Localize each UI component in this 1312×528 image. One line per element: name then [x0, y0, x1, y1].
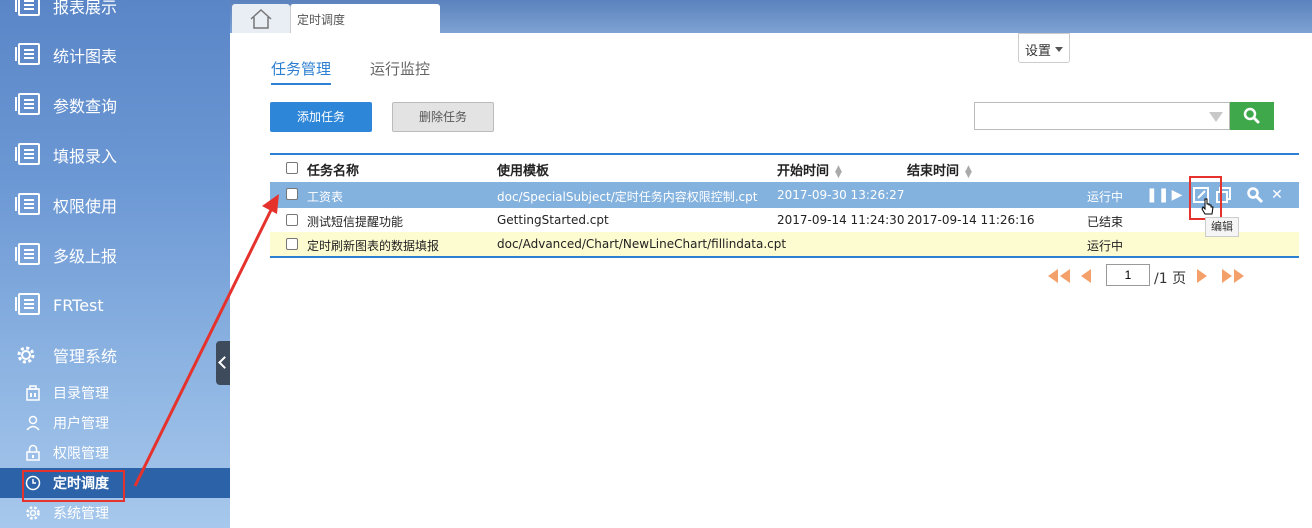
sidebar-item-charts[interactable]: 统计图表	[0, 33, 230, 77]
document-list-icon	[14, 293, 40, 317]
tab-label: 定时调度	[297, 13, 346, 27]
sidebar-subitem-label: 目录管理	[53, 386, 109, 402]
search-icon[interactable]	[1246, 186, 1264, 204]
sidebar-subitem-system[interactable]: 系统管理	[0, 498, 230, 528]
task-start-time: 2017-09-30 13:26:27	[777, 188, 905, 202]
table-bottom-border	[270, 256, 1299, 258]
user-icon	[24, 414, 42, 432]
row-checkbox[interactable]	[286, 214, 298, 226]
page-number-input[interactable]	[1106, 264, 1150, 286]
sidebar: 报表展示 统计图表 参数查询 填报录入 权限使用 多级上报 FRTest 管理系…	[0, 0, 230, 528]
sidebar-item-label: 参数查询	[53, 97, 118, 116]
header-task-name: 任务名称	[307, 164, 360, 179]
sidebar-subitem-label: 系统管理	[53, 506, 109, 522]
last-page-icon[interactable]	[1220, 265, 1246, 287]
document-list-icon	[14, 0, 40, 18]
tab-task-management[interactable]: 任务管理	[271, 58, 332, 85]
header-start-time[interactable]: 开始时间 ▲ ▼	[777, 160, 842, 179]
sidebar-item-param-query[interactable]: 参数查询	[0, 83, 230, 127]
task-status: 运行中	[1087, 239, 1124, 253]
gear-icon	[24, 504, 42, 522]
delete-task-button[interactable]: 删除任务	[392, 102, 494, 132]
sidebar-subitem-users[interactable]: 用户管理	[0, 408, 230, 438]
task-template: doc/SpecialSubject/定时任务内容权限控制.cpt	[497, 190, 758, 204]
home-tab[interactable]	[232, 4, 290, 33]
play-icon[interactable]: ▶	[1168, 186, 1186, 204]
sidebar-item-label: 填报录入	[53, 147, 118, 166]
pointer-cursor-icon	[1201, 198, 1214, 215]
task-name: 定时刷新图表的数据填报	[307, 239, 440, 253]
sidebar-item-label: 统计图表	[53, 47, 118, 66]
next-page-icon[interactable]	[1194, 265, 1210, 287]
add-task-button[interactable]: 添加任务	[270, 102, 372, 132]
document-list-icon	[14, 43, 40, 67]
table-row[interactable]: 定时刷新图表的数据填报 doc/Advanced/Chart/NewLineCh…	[270, 232, 1299, 256]
task-name: 工资表	[307, 190, 344, 204]
task-template: GettingStarted.cpt	[497, 213, 609, 227]
task-start-time: 2017-09-14 11:24:30	[777, 213, 905, 227]
sort-icon: ▲ ▼	[965, 163, 972, 180]
sidebar-item-label: 权限使用	[53, 197, 118, 216]
sidebar-subitem-label: 用户管理	[53, 416, 109, 432]
first-page-icon[interactable]	[1046, 265, 1072, 287]
table-row[interactable]: 工资表 doc/SpecialSubject/定时任务内容权限控制.cpt 20…	[270, 182, 1299, 208]
sidebar-subitem-directory[interactable]: 目录管理	[0, 378, 230, 408]
task-status: 已结束	[1087, 215, 1124, 229]
document-list-icon	[14, 193, 40, 217]
document-list-icon	[14, 243, 40, 267]
document-list-icon	[14, 143, 40, 167]
delete-icon[interactable]: ✕	[1268, 186, 1286, 204]
select-all-checkbox[interactable]	[286, 162, 298, 174]
lock-icon	[24, 444, 42, 462]
edit-tooltip: 编辑	[1205, 217, 1239, 237]
task-status: 运行中	[1087, 190, 1124, 204]
sidebar-item-admin-system[interactable]: 管理系统	[0, 333, 230, 377]
sidebar-item-fill-entry[interactable]: 填报录入	[0, 133, 230, 177]
sidebar-item-label: 多级上报	[53, 247, 118, 266]
pause-icon[interactable]: ❚❚	[1146, 186, 1169, 204]
sidebar-item-multi-report[interactable]: 多级上报	[0, 233, 230, 277]
sort-icon: ▲ ▼	[835, 163, 842, 180]
search-icon	[1243, 107, 1260, 124]
sidebar-item-label: FRTest	[53, 295, 104, 315]
gear-icon	[14, 343, 38, 367]
row-checkbox[interactable]	[286, 238, 298, 250]
scheduler-highlight-box	[22, 470, 125, 502]
sidebar-item-frtest[interactable]: FRTest	[0, 283, 230, 327]
table-header: 任务名称 使用模板 开始时间 ▲ ▼ 结束时间 ▲ ▼	[270, 155, 1299, 181]
tab-scheduler[interactable]: 定时调度	[290, 4, 440, 33]
page-total-label: /1 页	[1154, 271, 1187, 287]
settings-label: 设置	[1025, 44, 1052, 59]
sidebar-subitem-label: 权限管理	[53, 446, 109, 462]
dropdown-arrow-icon[interactable]	[1209, 112, 1223, 122]
header-end-time[interactable]: 结束时间 ▲ ▼	[907, 160, 972, 179]
tab-bar: 定时调度	[230, 0, 1312, 33]
sidebar-item-label: 报表展示	[53, 0, 118, 17]
settings-dropdown[interactable]: 设置	[1018, 33, 1070, 63]
tab-run-monitor[interactable]: 运行监控	[370, 58, 430, 79]
task-end-time: 2017-09-14 11:26:16	[907, 213, 1035, 227]
sidebar-subitem-permissions[interactable]: 权限管理	[0, 438, 230, 468]
sidebar-item-report-display[interactable]: 报表展示	[0, 0, 230, 28]
home-icon	[250, 8, 272, 29]
search-input[interactable]	[975, 103, 1205, 129]
task-template: doc/Advanced/Chart/NewLineChart/fillinda…	[497, 237, 787, 251]
header-template: 使用模板	[497, 164, 550, 179]
search-combobox[interactable]	[974, 102, 1230, 130]
search-button[interactable]	[1230, 102, 1274, 130]
row-checkbox[interactable]	[286, 188, 298, 200]
table-row[interactable]: 测试短信提醒功能 GettingStarted.cpt 2017-09-14 1…	[270, 208, 1299, 232]
sidebar-item-label: 管理系统	[53, 347, 118, 366]
sidebar-item-permission-use[interactable]: 权限使用	[0, 183, 230, 227]
sidebar-collapse-button[interactable]	[216, 341, 230, 385]
document-list-icon	[14, 93, 40, 117]
building-icon	[24, 384, 42, 402]
task-name: 测试短信提醒功能	[307, 215, 404, 229]
prev-page-icon[interactable]	[1078, 265, 1094, 287]
